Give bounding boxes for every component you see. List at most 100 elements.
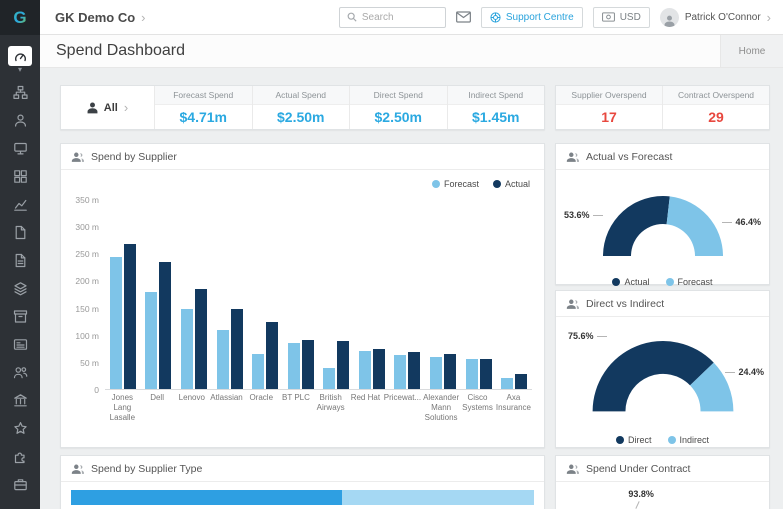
people-icon: [566, 151, 580, 163]
card-header: Spend Under Contract: [556, 456, 769, 482]
legend-indirect[interactable]: Indirect: [668, 435, 710, 445]
kpi-contract-overspend[interactable]: Contract Overspend 29: [663, 86, 769, 129]
x-axis-label: Red Hat: [348, 393, 383, 423]
legend-actual[interactable]: Actual: [612, 277, 649, 287]
card-header: Actual vs Forecast: [556, 144, 769, 170]
person-icon: [664, 15, 675, 27]
star-icon: [13, 421, 28, 436]
y-axis: 050 m100 m150 m200 m250 m300 m350 m: [71, 200, 105, 390]
bar-forecast: [217, 330, 229, 389]
bar-group: [425, 200, 461, 389]
currency-button[interactable]: USD: [593, 7, 650, 28]
search-icon: [347, 12, 357, 22]
chevron-down-icon: ▾: [18, 66, 22, 74]
spend-by-supplier-card: Spend by Supplier ForecastActual 050 m10…: [60, 143, 545, 448]
bar-forecast: [181, 309, 193, 389]
kpi-actual-spend[interactable]: Actual Spend $2.50m: [253, 86, 351, 129]
x-axis-label: Dell: [140, 393, 175, 423]
sidebar-item-grid[interactable]: [0, 162, 40, 190]
page-header: Spend Dashboard Home: [40, 35, 783, 68]
chevron-right-icon: ›: [124, 101, 128, 114]
kpi-label: Forecast Spend: [155, 86, 252, 105]
sidebar-item-users[interactable]: [0, 358, 40, 386]
kpi-direct-spend[interactable]: Direct Spend $2.50m: [350, 86, 448, 129]
gauge-label-left: 75.6%: [568, 331, 607, 341]
sidebar-item-chart-line[interactable]: [0, 190, 40, 218]
kpi-value: 17: [556, 105, 662, 129]
user-name: Patrick O'Connor: [685, 12, 761, 23]
gauge-segment-forecast: [666, 196, 722, 256]
bar-forecast: [323, 368, 335, 389]
connector-line: [597, 336, 607, 337]
gauge-legend: Actual Forecast: [556, 277, 769, 287]
legend-forecast[interactable]: Forecast: [666, 277, 713, 287]
file-icon: [13, 225, 28, 240]
puzzle-icon: [13, 449, 28, 464]
sidebar-item-dashboard[interactable]: ▾: [0, 42, 40, 78]
legend-dot: [493, 180, 501, 188]
kpi-supplier-overspend[interactable]: Supplier Overspend 17: [556, 86, 663, 129]
breadcrumb-home[interactable]: Home: [720, 35, 783, 67]
y-tick-label: 200 m: [75, 276, 99, 286]
kpi-value: $1.45m: [448, 105, 545, 129]
sidebar-item-sitemap[interactable]: [0, 78, 40, 106]
app-logo[interactable]: G: [0, 0, 40, 35]
actual-vs-forecast-card: Actual vs Forecast 53.6% 46.4% ActualFor…: [555, 143, 770, 285]
topbar: GK Demo Co › Support Centre USD: [40, 0, 783, 35]
support-centre-label: Support Centre: [506, 12, 574, 23]
stack-segment-2: [342, 490, 534, 505]
scope-selector[interactable]: All ›: [61, 86, 155, 129]
bar-forecast: [501, 378, 513, 389]
legend-direct[interactable]: Direct: [616, 435, 652, 445]
overspend-card: Supplier Overspend 17 Contract Overspend…: [555, 85, 770, 130]
messages-button[interactable]: [456, 11, 471, 23]
sidebar-item-file-text[interactable]: [0, 246, 40, 274]
layers-icon: [13, 281, 28, 296]
bar-group: [390, 200, 426, 389]
supplier-type-bar: [71, 490, 534, 505]
x-axis-label: Lenovo: [174, 393, 209, 423]
y-tick-label: 350 m: [75, 195, 99, 205]
kpi-indirect-spend[interactable]: Indirect Spend $1.45m: [448, 86, 545, 129]
svg-text:G: G: [13, 8, 26, 27]
bar-legend: Forecast Actual: [432, 179, 530, 189]
semi-donut-chart: [588, 180, 738, 258]
card-title: Spend by Supplier: [91, 151, 177, 163]
legend-actual[interactable]: Actual: [493, 179, 530, 189]
sidebar-item-star[interactable]: [0, 414, 40, 442]
card-header: Direct vs Indirect: [556, 291, 769, 317]
bar-group: [283, 200, 319, 389]
dashboard-content: All › Forecast Spend $4.71m Actual Spend…: [40, 68, 783, 509]
x-axis-label: Axa Insurance: [495, 393, 532, 423]
archive-box-icon: [13, 309, 28, 324]
search-input[interactable]: [362, 12, 438, 23]
sidebar-item-file[interactable]: [0, 218, 40, 246]
kpi-value: 29: [663, 105, 769, 129]
sidebar-item-archive-box[interactable]: [0, 302, 40, 330]
sidebar-item-layers[interactable]: [0, 274, 40, 302]
sidebar-item-puzzle[interactable]: [0, 442, 40, 470]
user-menu[interactable]: Patrick O'Connor ›: [660, 8, 771, 27]
x-axis-label: Oracle: [244, 393, 279, 423]
search-box[interactable]: [339, 7, 446, 28]
legend-dot: [432, 180, 440, 188]
company-menu[interactable]: GK Demo Co ›: [55, 10, 146, 25]
sidebar-item-card-list[interactable]: [0, 330, 40, 358]
y-tick-label: 250 m: [75, 249, 99, 259]
sidebar-item-monitor[interactable]: [0, 134, 40, 162]
bar-group: [105, 200, 141, 389]
life-ring-icon: [490, 12, 501, 23]
x-axis-label: Jones Lang Lasalle: [105, 393, 140, 423]
sidebar-item-bank[interactable]: [0, 386, 40, 414]
legend-forecast[interactable]: Forecast: [432, 179, 479, 189]
x-axis-label: Cisco Systems: [460, 393, 495, 423]
support-centre-button[interactable]: Support Centre: [481, 7, 583, 28]
kpi-forecast-spend[interactable]: Forecast Spend $4.71m: [155, 86, 253, 129]
scope-label: All: [104, 102, 118, 114]
bar-group: [354, 200, 390, 389]
currency-label: USD: [620, 12, 641, 23]
sidebar-item-briefcase[interactable]: [0, 470, 40, 498]
sidebar-item-user[interactable]: [0, 106, 40, 134]
bar-actual: [124, 244, 136, 389]
legend-dot: [612, 278, 620, 286]
